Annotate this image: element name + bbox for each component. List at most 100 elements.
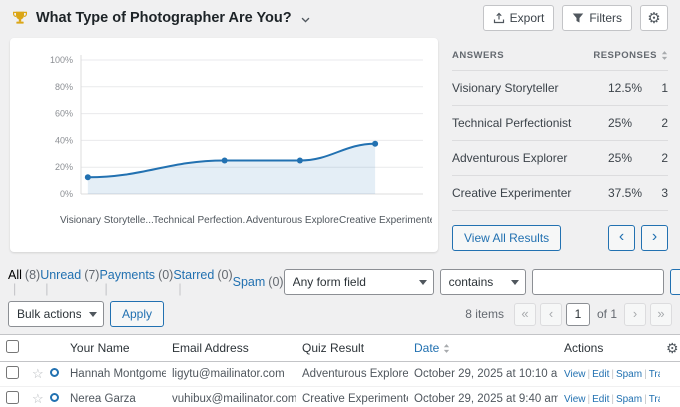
export-button-label: Export — [510, 11, 545, 25]
bulk-actions-row: Bulk actions Apply 8 items « ‹ 1 of 1 › … — [0, 296, 680, 334]
entry-name: Nerea Garza — [64, 387, 166, 407]
answer-label: Adventurous Explorer — [452, 151, 608, 165]
answer-percent: 37.5% — [608, 186, 656, 200]
view-entry-link[interactable]: View — [564, 369, 592, 380]
first-page-button[interactable]: « — [514, 303, 536, 326]
form-field-select[interactable]: Any form field — [284, 269, 434, 295]
condition-select-wrap: contains — [440, 269, 526, 295]
next-page-button[interactable]: › — [641, 225, 668, 251]
star-icon[interactable]: ☆ — [32, 391, 44, 406]
first-page-icon: « — [521, 306, 528, 321]
entry-date: October 29, 2025 at 10:10 am — [408, 362, 558, 387]
entry-result: Creative Experimenter — [296, 387, 408, 407]
chevron-right-icon: › — [633, 306, 637, 321]
svg-text:80%: 80% — [55, 82, 73, 92]
view-starred-link[interactable]: Starred — [173, 268, 214, 282]
chevron-left-icon: ‹ — [549, 306, 553, 321]
gear-icon: ⚙ — [647, 11, 660, 26]
star-icon[interactable]: ☆ — [32, 366, 44, 381]
view-spam-link[interactable]: Spam — [233, 275, 266, 289]
view-entry-link[interactable]: View — [564, 394, 592, 405]
column-header-date-sort[interactable]: Date — [414, 341, 450, 355]
table-header-row: Your Name Email Address Quiz Result Date… — [0, 335, 680, 362]
svg-text:100%: 100% — [50, 55, 73, 65]
gear-icon[interactable]: ⚙ — [666, 340, 679, 356]
entry-name: Hannah Montgomery — [64, 362, 166, 387]
header-actions: Export Filters ⚙ — [483, 5, 668, 31]
view-payments-link[interactable]: Payments — [99, 268, 155, 282]
view-starred-count: (0) — [217, 268, 232, 282]
condition-select[interactable]: contains — [440, 269, 526, 295]
answer-percent: 25% — [608, 116, 656, 130]
answer-count: 2 — [656, 116, 668, 130]
row-checkbox[interactable] — [6, 366, 19, 379]
prev-page-button[interactable]: ‹ — [540, 303, 562, 326]
edit-entry-link[interactable]: Edit — [592, 394, 616, 405]
sort-icon — [443, 343, 450, 354]
form-switcher-chevron-down-icon[interactable] — [300, 14, 311, 25]
view-all-results-button[interactable]: View All Results — [452, 225, 561, 251]
spam-entry-link[interactable]: Spam — [616, 394, 649, 405]
bulk-actions-group: Bulk actions Apply — [8, 301, 164, 327]
answer-row: Technical Perfectionist 25% 2 — [452, 106, 668, 141]
svg-text:0%: 0% — [60, 189, 73, 199]
current-page-field[interactable]: 1 — [566, 303, 590, 326]
responses-column-header[interactable]: RESPONSES — [593, 50, 668, 61]
entry-actions: ViewEditSpamTrash — [558, 387, 660, 407]
view-item-unread: Unread(7) — [40, 268, 99, 296]
results-header: What Type of Photographer Are You? Expor… — [0, 0, 680, 36]
prev-page-button[interactable]: ‹ — [608, 225, 635, 251]
answers-footer: View All Results ‹ › — [452, 225, 668, 251]
views-row: All(8) Unread(7) Payments(0) Starred(0) … — [0, 268, 680, 296]
quiz-results-chart: 0%20%40%60%80%100% — [16, 50, 432, 212]
entries-search-controls: Any form field contains Search — [284, 269, 680, 295]
view-unread-link[interactable]: Unread — [40, 268, 81, 282]
answer-count: 1 — [656, 81, 668, 95]
column-header-name: Your Name — [64, 335, 166, 362]
answer-label: Visionary Storyteller — [452, 81, 608, 95]
chart-category-labels: Visionary Storytelle... Technical Perfec… — [60, 215, 432, 226]
answers-panel: ANSWERS RESPONSES Visionary Storyteller … — [452, 38, 668, 252]
spam-entry-link[interactable]: Spam — [616, 369, 649, 380]
entries-section: All(8) Unread(7) Payments(0) Starred(0) … — [0, 268, 680, 407]
view-payments-count: (0) — [158, 268, 173, 282]
settings-button[interactable]: ⚙ — [640, 5, 668, 31]
answer-row: Adventurous Explorer 25% 2 — [452, 141, 668, 176]
select-all-checkbox[interactable] — [6, 340, 19, 353]
svg-text:60%: 60% — [55, 109, 73, 119]
answer-label: Creative Experimenter — [452, 186, 608, 200]
trash-entry-link[interactable]: Trash — [649, 369, 660, 380]
answer-row: Visionary Storyteller 12.5% 1 — [452, 71, 668, 106]
answer-count: 3 — [656, 186, 668, 200]
search-input[interactable] — [532, 269, 664, 295]
answer-label: Technical Perfectionist — [452, 116, 608, 130]
row-checkbox[interactable] — [6, 391, 19, 404]
apply-button[interactable]: Apply — [110, 301, 164, 327]
export-button[interactable]: Export — [483, 5, 555, 31]
chart-category-label: Creative Experimente... — [339, 215, 432, 226]
edit-entry-link[interactable]: Edit — [592, 369, 616, 380]
view-all-link[interactable]: All — [8, 268, 22, 282]
view-item-payments: Payments(0) — [99, 268, 173, 296]
unread-indicator-icon[interactable] — [50, 393, 59, 402]
sort-icon — [661, 50, 668, 61]
items-count: 8 items — [465, 307, 504, 321]
last-page-button[interactable]: » — [650, 303, 672, 326]
view-item-starred: Starred(0) — [173, 268, 232, 296]
filters-button-label: Filters — [589, 11, 622, 25]
trash-entry-link[interactable]: Trash — [649, 394, 660, 405]
next-page-button[interactable]: › — [624, 303, 646, 326]
search-button[interactable]: Search — [670, 269, 680, 295]
bulk-actions-select[interactable]: Bulk actions — [8, 301, 104, 327]
entries-pagination: 8 items « ‹ 1 of 1 › » — [465, 303, 672, 326]
chevron-right-icon: › — [652, 228, 657, 246]
entry-row: ☆ Hannah Montgomery ligytu@mailinator.co… — [0, 362, 680, 387]
answer-count: 2 — [656, 151, 668, 165]
answers-panel-header: ANSWERS RESPONSES — [452, 46, 668, 71]
svg-text:20%: 20% — [55, 162, 73, 172]
quiz-entries-page: What Type of Photographer Are You? Expor… — [0, 0, 680, 407]
entry-date: October 29, 2025 at 9:40 am — [408, 387, 558, 407]
filters-button[interactable]: Filters — [562, 5, 632, 31]
last-page-icon: » — [657, 306, 664, 321]
unread-indicator-icon[interactable] — [50, 368, 59, 377]
